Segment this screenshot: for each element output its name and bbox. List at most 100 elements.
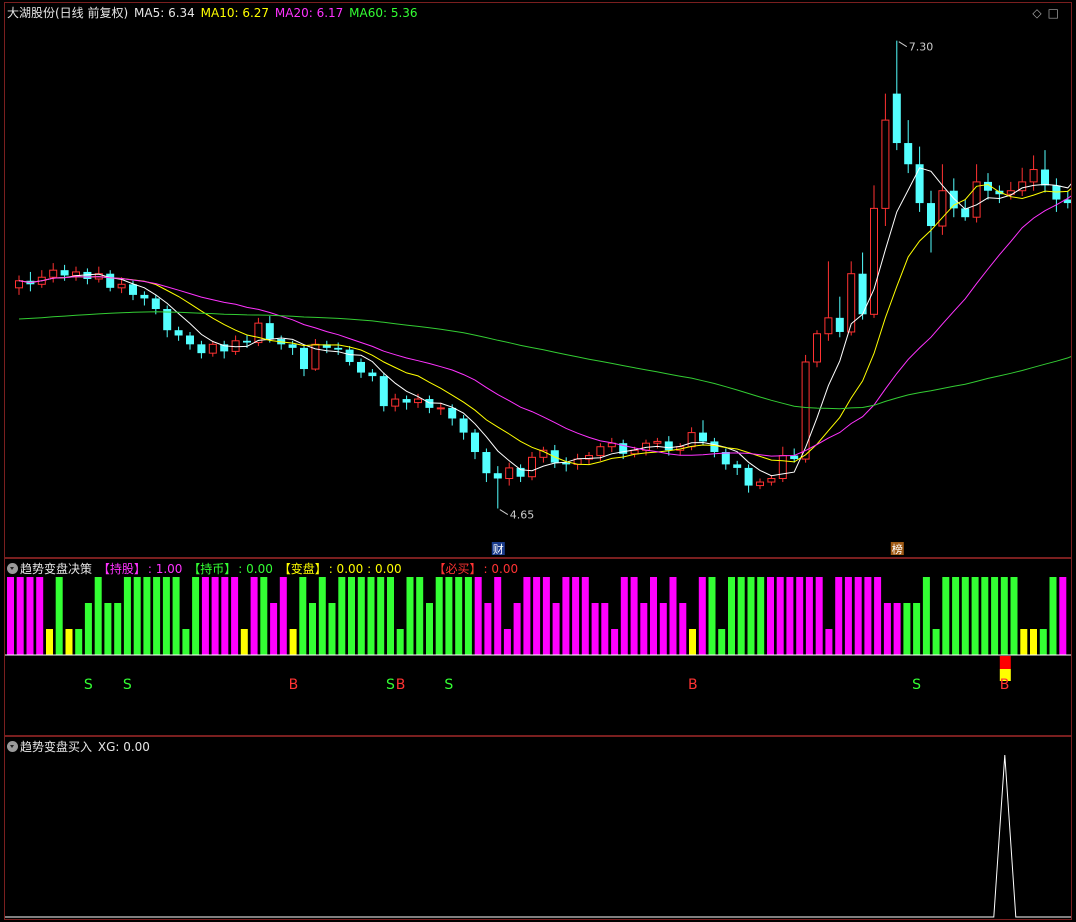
- candle-body: [687, 432, 696, 448]
- decision-bar: [620, 577, 628, 655]
- decision-bar: [669, 577, 677, 655]
- signal-S: S: [386, 677, 395, 693]
- decision-bar: [211, 577, 219, 655]
- candle-body: [402, 399, 411, 403]
- candle-body: [174, 330, 183, 336]
- xg-line-chart[interactable]: [5, 737, 1071, 919]
- ma60-value: MA60: 5.36: [349, 6, 418, 20]
- candle-body: [436, 407, 445, 410]
- decision-bar: [572, 577, 580, 655]
- panel-tools[interactable]: ◇□: [1032, 6, 1065, 20]
- low-label: 4.65: [510, 509, 535, 522]
- candle-body: [824, 317, 833, 335]
- collapse-icon[interactable]: [7, 741, 18, 752]
- buy-signal-panel[interactable]: 趋势变盘买入 XG: 0.00: [4, 736, 1072, 920]
- main-chart-panel[interactable]: 7.304.65财榜涨 大湖股份(日线 前复权) MA5: 6.34 MA10:…: [4, 2, 1072, 558]
- decision-bar: [55, 577, 63, 655]
- decision-bar: [387, 577, 394, 655]
- candle-body: [493, 473, 502, 479]
- decision-bar: [854, 577, 862, 655]
- candle-body: [186, 335, 194, 345]
- decision-bar: [864, 577, 872, 655]
- candle-body: [756, 481, 764, 487]
- decision-bar: [932, 629, 940, 655]
- decision-bar: [494, 577, 502, 655]
- candle-body: [528, 456, 536, 478]
- diamond-icon[interactable]: ◇: [1032, 6, 1047, 20]
- decision-bar: [708, 577, 716, 655]
- candle-body: [345, 349, 354, 362]
- decision-bar: [1020, 629, 1028, 655]
- decision-bar: [46, 629, 53, 655]
- signal-S: S: [123, 677, 132, 693]
- decision-bar: [835, 577, 843, 655]
- candle-body: [1041, 169, 1049, 186]
- collapse-icon[interactable]: [7, 563, 18, 574]
- candlestick-chart[interactable]: 7.304.65财榜涨: [5, 3, 1071, 557]
- candle-body: [368, 372, 377, 377]
- decision-bar: [533, 577, 541, 655]
- decision-bar: [426, 603, 433, 655]
- decision-bar: [240, 629, 248, 655]
- candle-body: [699, 432, 707, 442]
- candle-body: [870, 207, 878, 315]
- candle-body: [596, 446, 605, 457]
- candle-body: [733, 464, 742, 468]
- decision-bar: [601, 603, 609, 655]
- signal-S: S: [912, 677, 921, 693]
- decision-bar: [435, 577, 443, 655]
- candle-body: [106, 273, 115, 288]
- decision-bar: [689, 629, 696, 655]
- decision-bar: [961, 577, 969, 655]
- decision-bar: [133, 577, 141, 655]
- decision-bar: [221, 577, 229, 655]
- candle-body: [72, 271, 80, 276]
- candle-body: [1029, 169, 1038, 183]
- decision-bar: [650, 577, 657, 655]
- ma20-value: MA20: 6.17: [274, 6, 344, 20]
- candle-body: [744, 467, 753, 486]
- decision-bar: [981, 577, 989, 655]
- cash-value: : 0.00: [238, 562, 273, 576]
- marker-bang: 榜: [892, 542, 903, 556]
- cash-label: 【持币】: [188, 562, 237, 576]
- ma20-line: [18, 195, 1071, 457]
- decision-bar: [581, 577, 589, 655]
- decision-bar: [474, 577, 482, 655]
- decision-bar: [279, 577, 287, 655]
- decision-bar: [250, 577, 258, 655]
- ma5-value: MA5: 6.34: [134, 6, 195, 20]
- candle-body: [801, 361, 810, 460]
- buy-legend: 趋势变盘买入 XG: 0.00: [7, 739, 152, 755]
- decision-bar: [416, 577, 424, 655]
- decision-bar: [1000, 577, 1008, 655]
- candle-body: [334, 347, 343, 350]
- marker-cai: 财: [493, 542, 504, 556]
- decision-bar: [883, 603, 891, 655]
- decision-panel[interactable]: SSBSBSBSBSBSB 趋势变盘决策 【持股】: 1.00 【持币】: 0.…: [4, 558, 1072, 736]
- square-icon[interactable]: □: [1048, 6, 1065, 20]
- decision-bar: [679, 603, 687, 655]
- decision-bar: [201, 577, 209, 655]
- decision-legend: 趋势变盘决策 【持股】: 1.00 【持币】: 0.00 【变盘】: 0.00 …: [7, 561, 520, 577]
- decision-bar: [94, 577, 102, 655]
- decision-bar: [318, 577, 326, 655]
- mustbuy-value: : 0.00: [483, 562, 519, 576]
- decision-bar: [484, 603, 492, 655]
- candle-body: [379, 376, 388, 407]
- decision-bar: [1039, 629, 1047, 655]
- candle-body: [813, 333, 821, 363]
- mustbuy-label: 【必买】: [433, 562, 482, 576]
- decision-bar: [84, 603, 92, 655]
- decision-bar: [1049, 577, 1057, 655]
- candle-body: [414, 398, 422, 404]
- candle-body: [664, 441, 673, 451]
- decision-bar: [270, 603, 278, 655]
- decision-bar-chart[interactable]: SSBSBSBSBSBSB: [5, 559, 1071, 735]
- candle-body: [140, 294, 149, 299]
- hold-label: 【持股】: [97, 562, 146, 576]
- decision-bar: [182, 629, 190, 655]
- decision-bar: [728, 577, 735, 655]
- candle-body: [288, 344, 297, 348]
- decision-bar: [815, 577, 823, 655]
